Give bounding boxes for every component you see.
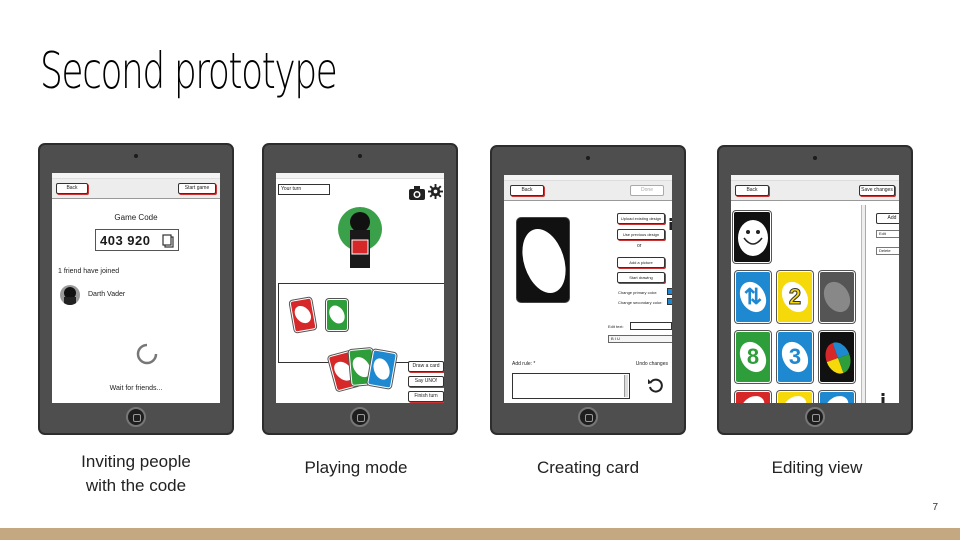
- playing-screen: Your turn Draw a card Say UNO! Finish tu…: [276, 173, 444, 403]
- add-rule-label: Add rule: *: [512, 361, 536, 367]
- info-icon[interactable]: [880, 390, 886, 403]
- card-wild-color[interactable]: [819, 331, 855, 383]
- inviting-screen: Back Start game Game Code 403 920 1 frie…: [52, 173, 220, 403]
- card-blue-reverse[interactable]: ⇅: [734, 271, 772, 323]
- back-button[interactable]: Back: [735, 185, 769, 196]
- slide-title: Second prototype: [40, 42, 338, 100]
- nav-bar: Back Save changes: [731, 181, 899, 201]
- card-preview: [516, 217, 570, 303]
- home-button[interactable]: [805, 407, 825, 427]
- joined-text: 1 friend have joined: [58, 268, 120, 275]
- page-number: 7: [932, 502, 938, 513]
- start-drawing-button[interactable]: Start drawing: [617, 272, 665, 283]
- creating-screen: Back Done Upload existing design Use pre…: [504, 175, 672, 403]
- opponent-figure: [346, 210, 374, 268]
- back-button[interactable]: Back: [510, 185, 544, 196]
- say-uno-button[interactable]: Say UNO!: [408, 376, 444, 387]
- textarea-scrollbar[interactable]: [624, 375, 628, 397]
- panel-scrollbar[interactable]: [862, 205, 866, 403]
- caption-inviting: Inviting people with the code: [81, 452, 191, 495]
- card-blue-3[interactable]: 3: [776, 331, 814, 383]
- primary-color-label: Change primary color:: [618, 290, 658, 295]
- wait-text: Wait for friends...: [109, 385, 163, 392]
- troll-face-card[interactable]: [733, 211, 771, 263]
- add-button[interactable]: Add: [876, 213, 899, 224]
- primary-color-swatch[interactable]: [667, 288, 672, 295]
- copy-icon[interactable]: [162, 233, 174, 248]
- tablet-creating: Back Done Upload existing design Use pre…: [490, 145, 686, 435]
- game-code-box: 403 920: [95, 229, 179, 251]
- home-button[interactable]: [350, 407, 370, 427]
- camera-dot: [358, 154, 362, 158]
- side-panel: Add Edit Delete: [861, 205, 899, 403]
- card-red-1[interactable]: [735, 391, 771, 403]
- info-icon[interactable]: [668, 215, 672, 230]
- loading-spinner-icon: [136, 343, 158, 365]
- start-game-button[interactable]: Start game: [178, 183, 216, 194]
- card-yellow-2[interactable]: 2: [776, 271, 814, 323]
- tablet-playing: Your turn Draw a card Say UNO! Finish tu…: [262, 143, 458, 435]
- wild-color-oval: [821, 338, 855, 378]
- add-picture-button[interactable]: Add a picture: [617, 257, 665, 268]
- hand-card-blue[interactable]: [367, 349, 397, 389]
- caption-editing: Editing view: [771, 458, 863, 477]
- card-wild-selected[interactable]: [818, 271, 856, 323]
- gear-icon[interactable]: [428, 184, 443, 199]
- upload-design-button[interactable]: Upload existing design: [617, 213, 665, 224]
- nav-bar: Back Start game: [52, 179, 220, 199]
- undo-icon[interactable]: [647, 377, 663, 393]
- undo-changes-label: Undo changes: [635, 361, 668, 367]
- use-previous-button[interactable]: Use previous design: [617, 229, 665, 240]
- nav-bar: Back Done: [504, 181, 672, 201]
- your-turn-box: Your turn: [278, 184, 330, 195]
- rule-textarea[interactable]: [512, 373, 630, 399]
- card-blue-1[interactable]: [819, 391, 855, 403]
- played-card-green: [326, 299, 348, 331]
- finish-turn-button[interactable]: Finish turn: [408, 391, 444, 402]
- friend-avatar: [60, 285, 80, 305]
- back-button[interactable]: Back: [56, 183, 88, 194]
- camera-dot: [586, 156, 590, 160]
- caption-playing: Playing mode: [304, 458, 408, 477]
- text-format-toolbar[interactable]: B I U: [608, 335, 672, 343]
- edit-dropdown[interactable]: Edit: [876, 230, 899, 238]
- secondary-color-label: Change secondary color:: [618, 300, 663, 305]
- game-code: 403 920: [100, 233, 151, 248]
- troll-face-image: [738, 220, 768, 256]
- card-green-8[interactable]: 8: [734, 331, 772, 383]
- save-changes-button[interactable]: Save changes: [859, 185, 895, 196]
- card-yellow-1[interactable]: [777, 391, 813, 403]
- camera-icon[interactable]: [409, 185, 425, 200]
- or-label: or: [637, 243, 642, 249]
- friend-name: Darth Vader: [88, 291, 126, 298]
- secondary-color-swatch[interactable]: [667, 298, 672, 305]
- delete-dropdown[interactable]: Delete: [876, 247, 899, 255]
- card-oval: [517, 223, 569, 299]
- done-button[interactable]: Done: [630, 185, 664, 196]
- game-code-label: Game Code: [114, 213, 158, 222]
- caption-creating: Creating card: [536, 458, 640, 477]
- edit-text-input[interactable]: [630, 322, 672, 330]
- edit-text-label: Edit text:: [608, 324, 624, 329]
- draw-card-button[interactable]: Draw a card: [408, 361, 444, 372]
- home-button[interactable]: [126, 407, 146, 427]
- status-bar: [276, 173, 444, 179]
- camera-dot: [813, 156, 817, 160]
- editing-screen: Back Save changes Add Edit Delete ⇅ 2 8 …: [731, 175, 899, 403]
- footer-bar: [0, 528, 960, 540]
- tablet-editing: Back Save changes Add Edit Delete ⇅ 2 8 …: [717, 145, 913, 435]
- camera-dot: [134, 154, 138, 158]
- tablet-inviting: Back Start game Game Code 403 920 1 frie…: [38, 143, 234, 435]
- home-button[interactable]: [578, 407, 598, 427]
